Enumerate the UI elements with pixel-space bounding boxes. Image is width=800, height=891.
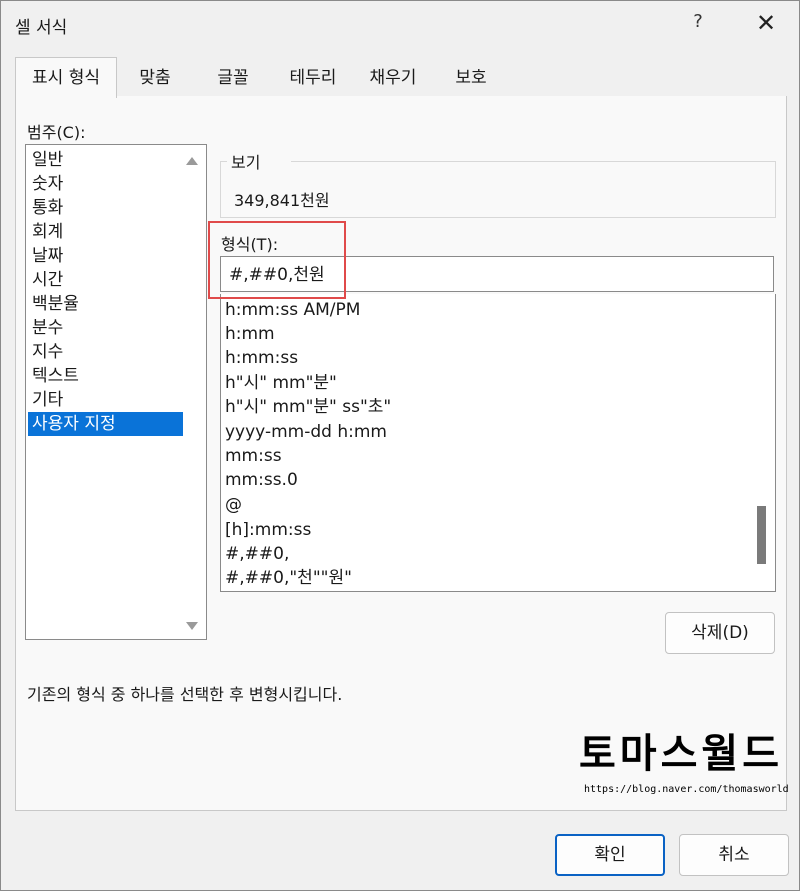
tab-number[interactable]: 표시 형식 — [15, 57, 117, 98]
category-item[interactable]: 기타 — [28, 388, 183, 412]
category-listbox[interactable]: 일반 숫자 통화 회계 날짜 시간 백분율 분수 지수 텍스트 기타 사용자 지… — [25, 144, 207, 640]
format-list-item[interactable]: h"시" mm"분" — [225, 371, 337, 395]
category-item[interactable]: 날짜 — [28, 244, 183, 268]
highlight-annotation-box — [208, 221, 346, 299]
format-list-item[interactable]: h"시" mm"분" ss"초" — [225, 395, 391, 419]
category-label: 범주(C): — [27, 123, 86, 142]
watermark-logo: 토마스월드 — [579, 731, 783, 777]
format-list-item[interactable]: #,##0, — [225, 542, 289, 566]
format-list-item[interactable]: @ — [225, 493, 242, 517]
cancel-button[interactable]: 취소 — [679, 834, 789, 876]
category-item[interactable]: 회계 — [28, 220, 183, 244]
tab-alignment[interactable]: 맞춤 — [119, 61, 191, 95]
format-list-scrollbar-thumb[interactable] — [757, 506, 766, 564]
sample-value: 349,841천원 — [234, 191, 330, 210]
category-item[interactable]: 통화 — [28, 196, 183, 220]
format-list-item[interactable]: #,##0,"천""원" — [225, 566, 352, 590]
format-list-item[interactable]: [h]:mm:ss — [225, 518, 311, 542]
format-list-item[interactable]: yyyy-mm-dd h:mm — [225, 420, 387, 444]
delete-button[interactable]: 삭제(D) — [665, 612, 775, 654]
sample-group-border-right — [291, 161, 775, 162]
format-list-item[interactable]: h:mm:ss — [225, 346, 298, 370]
tab-protection[interactable]: 보호 — [435, 61, 507, 95]
close-button[interactable]: ✕ — [753, 9, 779, 37]
description-text: 기존의 형식 중 하나를 선택한 후 변형시킵니다. — [27, 685, 343, 704]
tab-fill[interactable]: 채우기 — [355, 61, 431, 95]
category-item[interactable]: 텍스트 — [28, 364, 183, 388]
category-item[interactable]: 일반 — [28, 148, 183, 172]
format-list-item[interactable]: h:mm — [225, 322, 275, 346]
category-item[interactable]: 분수 — [28, 316, 183, 340]
sample-group-border-left — [220, 161, 227, 162]
category-item-selected[interactable]: 사용자 지정 — [28, 412, 183, 436]
category-item[interactable]: 숫자 — [28, 172, 183, 196]
category-item[interactable]: 지수 — [28, 340, 183, 364]
category-item[interactable]: 시간 — [28, 268, 183, 292]
format-listbox[interactable]: h:mm:ss AM/PM h:mm h:mm:ss h"시" mm"분" h"… — [220, 294, 776, 592]
help-button[interactable]: ? — [687, 11, 709, 35]
category-item[interactable]: 백분율 — [28, 292, 183, 316]
dialog-title: 셀 서식 — [15, 18, 68, 38]
tab-border[interactable]: 테두리 — [275, 61, 351, 95]
format-cells-dialog: 셀 서식 ? ✕ 표시 형식 맞춤 글꼴 테두리 채우기 보호 범주(C): 일… — [0, 0, 800, 891]
scroll-up-arrow-icon[interactable] — [186, 157, 198, 165]
ok-button[interactable]: 확인 — [555, 834, 665, 876]
scroll-down-arrow-icon[interactable] — [186, 622, 198, 630]
format-list-item[interactable]: mm:ss — [225, 444, 282, 468]
format-list-item[interactable]: mm:ss.0 — [225, 468, 298, 492]
format-list-item[interactable]: h:mm:ss AM/PM — [225, 298, 360, 322]
tab-font[interactable]: 글꼴 — [195, 61, 271, 95]
watermark-url: https://blog.naver.com/thomasworld — [584, 784, 789, 795]
sample-label: 보기 — [231, 153, 261, 172]
